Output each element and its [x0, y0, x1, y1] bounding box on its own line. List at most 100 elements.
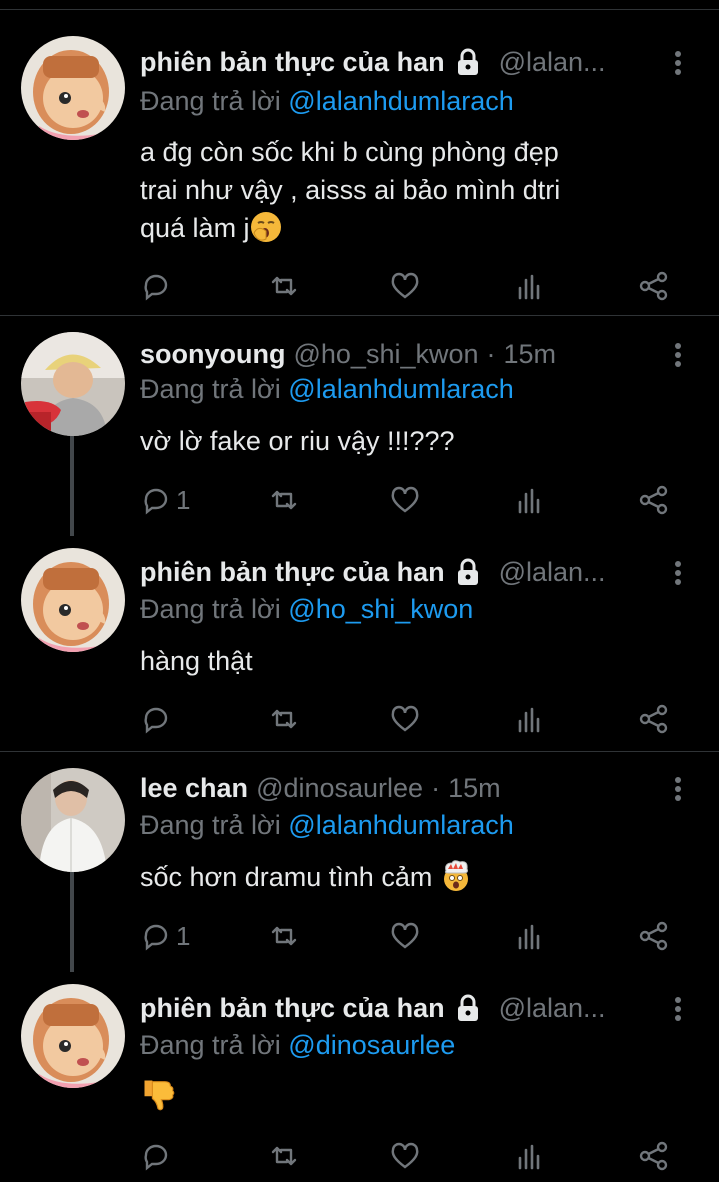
like-icon: [391, 922, 419, 949]
tweet-text-fragment: sốc hơn dramu tình cảm: [140, 862, 433, 892]
tweet-text: sốc hơn dramu tình cảm: [140, 858, 660, 896]
share-button[interactable]: [638, 916, 670, 956]
tweet[interactable]: lee chan @dinosaurlee · 15m Đang trả lời…: [0, 752, 719, 972]
replying-mention[interactable]: @lalanhdumlarach: [288, 374, 514, 404]
tweet-text-line: vờ lờ fake or riu vậy !!!???: [140, 426, 455, 456]
reply-button[interactable]: 1: [140, 916, 190, 956]
share-button[interactable]: [638, 1136, 670, 1176]
user-handle[interactable]: @ho_shi_kwon: [293, 339, 478, 370]
display-name[interactable]: lee chan: [140, 773, 248, 804]
tweet-header: phiên bản thực của han @lalan...: [140, 44, 649, 80]
tweet[interactable]: phiên bản thực của han @lalan... Đang tr…: [0, 536, 719, 752]
tweet-header: lee chan @dinosaurlee · 15m: [140, 770, 649, 806]
more-options-icon[interactable]: [671, 340, 685, 370]
share-button[interactable]: [638, 480, 670, 520]
retweet-button[interactable]: [268, 266, 300, 306]
retweet-icon: [271, 1146, 297, 1166]
display-name[interactable]: phiên bản thực của han: [140, 47, 445, 78]
like-button[interactable]: [389, 480, 421, 520]
like-icon: [391, 486, 419, 513]
tweet-text: hàng thật: [140, 642, 660, 680]
avatar[interactable]: [21, 36, 125, 140]
retweet-button[interactable]: [268, 1136, 300, 1176]
replying-to: Đang trả lời @lalanhdumlarach: [140, 810, 514, 841]
tweet-text: vờ lờ fake or riu vậy !!!???: [140, 422, 660, 460]
retweet-icon: [271, 276, 297, 296]
analytics-button[interactable]: [514, 916, 546, 956]
replying-prefix: Đang trả lời: [140, 374, 281, 404]
like-button[interactable]: [389, 1136, 421, 1176]
analytics-button[interactable]: [514, 699, 546, 739]
tweet[interactable]: phiên bản thực của han @lalan... Đang tr…: [0, 10, 719, 316]
tweet-text-line: sốc hơn dramu tình cảm: [140, 858, 660, 896]
share-icon: [639, 921, 668, 951]
retweet-button[interactable]: [268, 916, 300, 956]
analytics-button[interactable]: [514, 1136, 546, 1176]
timestamp[interactable]: 15m: [448, 773, 501, 804]
tweet-actions: [0, 699, 719, 739]
tweet[interactable]: soonyoung @ho_shi_kwon · 15m Đang trả lờ…: [0, 316, 719, 536]
exploding-head-emoji: [443, 860, 468, 891]
tweet-header: phiên bản thực của han @lalan...: [140, 554, 649, 590]
analytics-icon: [518, 924, 540, 950]
share-icon: [639, 271, 668, 301]
more-options-icon[interactable]: [671, 558, 685, 588]
tweet-header: soonyoung @ho_shi_kwon · 15m: [140, 336, 649, 372]
more-options-icon[interactable]: [671, 774, 685, 804]
user-handle[interactable]: @lalan...: [499, 47, 606, 78]
tweet-text-line: trai như vậy , aisss ai bảo mình dtri: [140, 175, 561, 205]
retweet-button[interactable]: [268, 480, 300, 520]
reply-count: 1: [176, 484, 191, 515]
reply-button[interactable]: [140, 1136, 176, 1176]
reply-icon: [144, 1144, 168, 1171]
user-handle[interactable]: @lalan...: [499, 993, 606, 1024]
analytics-icon: [518, 488, 540, 514]
separator-dot: ·: [431, 772, 441, 803]
like-icon: [391, 272, 419, 299]
replying-to: Đang trả lời @dinosaurlee: [140, 1030, 455, 1061]
reply-button[interactable]: [140, 699, 176, 739]
share-button[interactable]: [638, 699, 670, 739]
replying-mention[interactable]: @dinosaurlee: [288, 1030, 455, 1060]
separator-dot: ·: [486, 338, 496, 369]
reply-count: 1: [176, 920, 191, 951]
like-button[interactable]: [389, 699, 421, 739]
tweet-text-line: a đg còn sốc khi b cùng phòng đẹp: [140, 137, 559, 167]
replying-mention[interactable]: @ho_shi_kwon: [288, 594, 473, 624]
user-handle[interactable]: @dinosaurlee: [256, 773, 423, 804]
tweet-text: [140, 1076, 660, 1116]
timestamp[interactable]: 15m: [504, 339, 557, 370]
tweet-text-line: hàng thật: [140, 646, 253, 676]
like-icon: [391, 705, 419, 732]
tweet-text-fragment: quá làm j: [140, 213, 250, 243]
display-name[interactable]: soonyoung: [140, 339, 285, 370]
user-handle[interactable]: @lalan...: [499, 557, 606, 588]
like-button[interactable]: [389, 916, 421, 956]
more-options-icon[interactable]: [671, 994, 685, 1024]
display-name[interactable]: phiên bản thực của han: [140, 557, 445, 588]
tweet-actions: 1: [0, 916, 719, 956]
like-button[interactable]: [389, 266, 421, 306]
tweet-text-line: [140, 1076, 660, 1116]
reply-button[interactable]: [140, 266, 176, 306]
lock-icon: [457, 558, 478, 585]
more-options-icon[interactable]: [671, 48, 685, 78]
analytics-button[interactable]: [514, 266, 546, 306]
analytics-button[interactable]: [514, 480, 546, 520]
replying-mention[interactable]: @lalanhdumlarach: [288, 86, 514, 116]
replying-mention[interactable]: @lalanhdumlarach: [288, 810, 514, 840]
retweet-button[interactable]: [268, 699, 300, 739]
reply-button[interactable]: 1: [140, 480, 190, 520]
display-name[interactable]: phiên bản thực của han: [140, 993, 445, 1024]
tweet-actions: 1: [0, 480, 719, 520]
avatar[interactable]: [21, 548, 125, 652]
tweet-text-line: quá làm j: [140, 209, 660, 247]
reply-icon: [144, 274, 168, 301]
avatar[interactable]: [21, 768, 125, 872]
avatar[interactable]: [21, 332, 125, 436]
share-button[interactable]: [638, 266, 670, 306]
avatar[interactable]: [21, 984, 125, 1088]
tweet[interactable]: phiên bản thực của han @lalan... Đang tr…: [0, 972, 719, 1182]
replying-prefix: Đang trả lời: [140, 1030, 281, 1060]
timeline: phiên bản thực của han @lalan... Đang tr…: [0, 0, 719, 1182]
